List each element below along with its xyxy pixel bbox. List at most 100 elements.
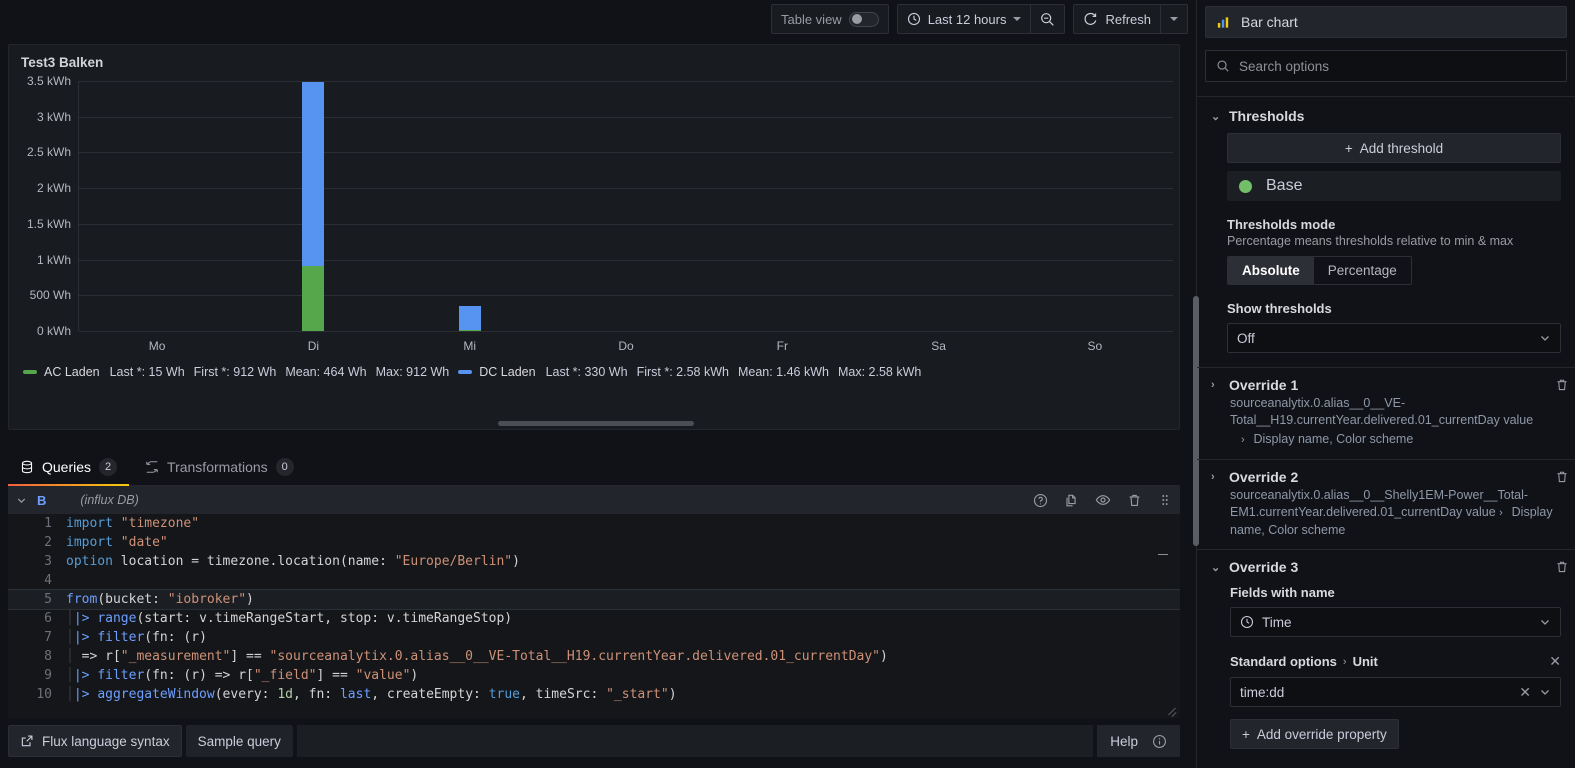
chevron-right-icon[interactable]: ›	[1499, 505, 1508, 522]
flux-syntax-label: Flux language syntax	[42, 733, 170, 749]
bar-segment[interactable]	[302, 81, 325, 266]
line-number: 6	[44, 611, 52, 626]
bar-stack[interactable]	[458, 306, 481, 331]
override-1-header[interactable]: › Override 1	[1211, 377, 1561, 393]
help-button[interactable]: Help	[1097, 725, 1180, 757]
bar-chart-icon	[1216, 15, 1231, 30]
bar-segment[interactable]	[458, 306, 481, 330]
thresholds-section-label: Thresholds	[1229, 108, 1305, 124]
refresh-interval-dropdown[interactable]	[1161, 5, 1187, 33]
y-axis-tick: 3 kWh	[36, 109, 71, 124]
tab-queries-label: Queries	[42, 459, 92, 475]
flux-code-editor[interactable]: 1 import "timezone" 2 import "date" 3 option …	[8, 514, 1180, 718]
bar-segment[interactable]	[458, 329, 481, 331]
code-text: import "timezone"	[66, 516, 200, 531]
panel-horizontal-scrollbar[interactable]	[498, 421, 694, 426]
code-line[interactable]: 3 option location = timezone.location(nam…	[8, 552, 1180, 571]
tab-transformations-label: Transformations	[167, 459, 268, 475]
legend-item[interactable]: AC Laden	[23, 365, 100, 379]
thresholds-mode-radio-group: Absolute Percentage	[1227, 256, 1412, 285]
remove-property-icon[interactable]: ✕	[1549, 653, 1561, 670]
chevron-down-icon: ⌄	[1211, 110, 1221, 123]
show-thresholds-select[interactable]: Off	[1227, 323, 1561, 353]
legend-color-swatch	[23, 370, 37, 374]
y-axis-tick: 1 kWh	[36, 252, 71, 267]
sample-query-label: Sample query	[197, 733, 281, 749]
override-1-delete-button[interactable]	[1555, 378, 1569, 392]
override-2-header[interactable]: › Override 2	[1211, 469, 1561, 485]
code-line[interactable]: 6 │|> range(start: v.timeRangeStart, stop…	[8, 609, 1180, 628]
code-line[interactable]: 1 import "timezone"	[8, 514, 1180, 533]
x-axis-tick: So	[1087, 339, 1103, 353]
grafana-panel-editor: Table view Last 12 hours Refresh Test3 B…	[0, 0, 1575, 768]
chevron-right-icon: ›	[1211, 471, 1215, 483]
tab-transformations[interactable]: Transformations 0	[133, 450, 306, 485]
override-3-header[interactable]: ⌄ Override 3	[1211, 559, 1561, 575]
query-row-header: B (influx DB)	[8, 486, 1180, 514]
bar-segment[interactable]	[302, 265, 325, 331]
code-line[interactable]: 9 │|> filter(fn: (r) => r["_field"] == "v…	[8, 666, 1180, 685]
code-line[interactable]: 5 from(bucket: "iobroker")	[8, 589, 1180, 610]
code-line[interactable]: 8 │ => r["_measurement"] == "sourceanalyt…	[8, 647, 1180, 666]
override-1-properties-label: Display name, Color scheme	[1253, 432, 1414, 446]
thresholds-mode-description: Percentage means thresholds relative to …	[1227, 234, 1514, 248]
fields-with-name-select[interactable]: Time	[1230, 607, 1561, 637]
thresholds-mode-percentage[interactable]: Percentage	[1314, 257, 1411, 284]
add-override-property-button[interactable]: + Add override property	[1230, 719, 1399, 749]
visualization-picker[interactable]: Bar chart	[1205, 6, 1567, 38]
code-line[interactable]: 4	[8, 571, 1180, 590]
eye-icon[interactable]	[1095, 492, 1111, 508]
refresh-button[interactable]: Refresh	[1074, 5, 1160, 33]
code-line[interactable]: 7 │|> filter(fn: (r)	[8, 628, 1180, 647]
flux-language-syntax-button[interactable]: Flux language syntax	[8, 725, 182, 757]
query-ref-id[interactable]: B	[37, 493, 46, 508]
sample-query-button[interactable]: Sample query	[185, 725, 293, 757]
legend-item[interactable]: DC Laden	[458, 365, 536, 379]
top-toolbar: Table view Last 12 hours Refresh	[0, 0, 1196, 38]
standard-options-label: Standard options	[1230, 654, 1337, 669]
chevron-down-icon	[1539, 332, 1551, 344]
threshold-color-dot[interactable]	[1239, 179, 1252, 193]
database-icon	[20, 460, 34, 474]
chevron-down-icon	[1539, 686, 1551, 698]
help-icon[interactable]	[1033, 493, 1048, 508]
editor-resize-handle[interactable]	[1167, 705, 1177, 715]
duplicate-icon[interactable]	[1064, 493, 1079, 508]
query-row-actions	[1033, 492, 1172, 508]
trash-icon[interactable]	[1127, 493, 1142, 508]
add-threshold-label: Add threshold	[1359, 140, 1444, 156]
search-options-input[interactable]	[1239, 58, 1556, 74]
search-options-box[interactable]	[1205, 50, 1567, 82]
threshold-base-row[interactable]: Base	[1227, 171, 1561, 201]
legend-stat-first: First *: 2.58 kWh	[636, 365, 729, 379]
thresholds-mode-absolute[interactable]: Absolute	[1228, 257, 1314, 284]
code-line[interactable]: 2 import "date"	[8, 533, 1180, 552]
tab-queries[interactable]: Queries 2	[8, 450, 130, 486]
unit-select[interactable]: time:dd ✕	[1230, 677, 1561, 707]
table-view-toggle[interactable]: Table view	[772, 5, 888, 33]
override-1-properties[interactable]: › Display name, Color scheme	[1211, 431, 1561, 449]
code-text: │|> range(start: v.timeRangeStart, stop:…	[66, 611, 513, 626]
add-threshold-button[interactable]: + Add threshold	[1227, 133, 1561, 163]
chevron-down-icon[interactable]	[16, 495, 27, 506]
editor-left-column: Table view Last 12 hours Refresh Test3 B…	[0, 0, 1196, 768]
zoom-out-button[interactable]	[1031, 5, 1064, 33]
chevron-down-icon	[1539, 616, 1551, 628]
code-text: │|> filter(fn: (r)	[66, 630, 207, 645]
show-thresholds-label: Show thresholds	[1227, 301, 1332, 316]
time-range-picker[interactable]: Last 12 hours	[898, 5, 1031, 33]
table-view-switch[interactable]	[848, 11, 879, 27]
override-2-delete-button[interactable]	[1555, 470, 1569, 484]
thresholds-section-header[interactable]: ⌄ Thresholds	[1197, 97, 1575, 133]
clear-unit-icon[interactable]: ✕	[1519, 684, 1531, 701]
override-3-block: ⌄ Override 3 Fields with name Time Stand…	[1197, 549, 1575, 759]
override-3-delete-button[interactable]	[1555, 560, 1569, 574]
bar-stack[interactable]	[302, 81, 325, 331]
y-axis-tick: 2.5 kWh	[26, 145, 71, 160]
drag-handle-icon[interactable]	[1158, 493, 1172, 507]
code-text: import "date"	[66, 535, 168, 550]
help-label: Help	[1110, 733, 1138, 749]
override-1-block: › Override 1 sourceanalytix.0.alias__0__…	[1197, 367, 1575, 459]
table-view-label: Table view	[780, 11, 842, 27]
code-line[interactable]: 10 │|> aggregateWindow(every: 1d, fn: las…	[8, 685, 1180, 704]
